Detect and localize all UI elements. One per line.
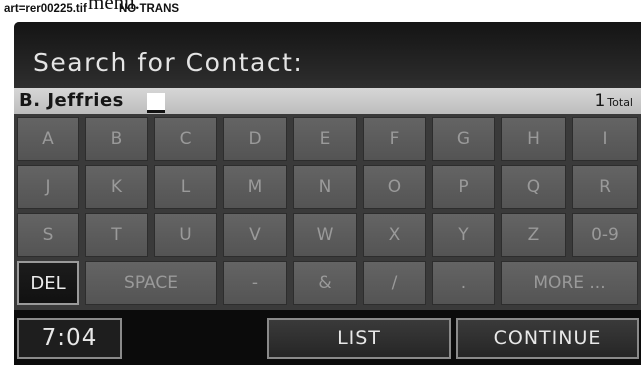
key-slash[interactable]: / xyxy=(363,261,426,305)
art-file-label: art=rer00225.tif xyxy=(4,3,87,15)
key-o[interactable]: O xyxy=(363,165,426,209)
title-bar: Search for Contact: xyxy=(14,22,641,88)
key-period[interactable]: . xyxy=(432,261,495,305)
key-t[interactable]: T xyxy=(85,213,148,257)
screen-title: Search for Contact: xyxy=(33,48,304,77)
key-g[interactable]: G xyxy=(432,117,495,161)
art-note-label: NO TRANS xyxy=(119,3,180,15)
key-hyphen[interactable]: - xyxy=(223,261,287,305)
result-count: 1 Total xyxy=(594,88,633,116)
text-cursor-icon xyxy=(147,93,165,113)
key-i[interactable]: I xyxy=(572,117,638,161)
result-count-number: 1 xyxy=(594,91,606,111)
key-l[interactable]: L xyxy=(154,165,217,209)
key-k[interactable]: K xyxy=(85,165,148,209)
space-key[interactable]: SPACE xyxy=(85,261,217,305)
key-s[interactable]: S xyxy=(17,213,79,257)
onscreen-keyboard: A B C D E F G H I J K L M N O P Q R S T … xyxy=(14,114,641,310)
key-p[interactable]: P xyxy=(432,165,495,209)
key-d[interactable]: D xyxy=(223,117,287,161)
key-v[interactable]: V xyxy=(223,213,287,257)
key-r[interactable]: R xyxy=(572,165,638,209)
clock-display: 7:04 xyxy=(17,318,122,359)
key-z[interactable]: Z xyxy=(501,213,566,257)
key-b[interactable]: B xyxy=(85,117,148,161)
key-m[interactable]: M xyxy=(223,165,287,209)
key-f[interactable]: F xyxy=(363,117,426,161)
key-q[interactable]: Q xyxy=(501,165,566,209)
nav-screen: Search for Contact: B. Jeffries 1 Total A… xyxy=(14,22,641,365)
key-y[interactable]: Y xyxy=(432,213,495,257)
key-n[interactable]: N xyxy=(293,165,357,209)
key-h[interactable]: H xyxy=(501,117,566,161)
result-count-label: Total xyxy=(607,96,633,109)
list-button[interactable]: LIST xyxy=(267,318,451,359)
key-numbers[interactable]: 0-9 xyxy=(572,213,638,257)
key-ampersand[interactable]: & xyxy=(293,261,357,305)
key-c[interactable]: C xyxy=(154,117,217,161)
more-key[interactable]: MORE ... xyxy=(501,261,638,305)
key-w[interactable]: W xyxy=(293,213,357,257)
key-u[interactable]: U xyxy=(154,213,217,257)
delete-key[interactable]: DEL xyxy=(17,261,79,305)
contact-entry-field[interactable]: B. Jeffries 1 Total xyxy=(14,88,641,114)
footer-bar: 7:04 LIST CONTINUE xyxy=(14,310,641,365)
continue-button[interactable]: CONTINUE xyxy=(456,318,639,359)
entry-value: B. Jeffries xyxy=(19,90,124,111)
key-x[interactable]: X xyxy=(363,213,426,257)
key-j[interactable]: J xyxy=(17,165,79,209)
key-e[interactable]: E xyxy=(293,117,357,161)
key-a[interactable]: A xyxy=(17,117,79,161)
